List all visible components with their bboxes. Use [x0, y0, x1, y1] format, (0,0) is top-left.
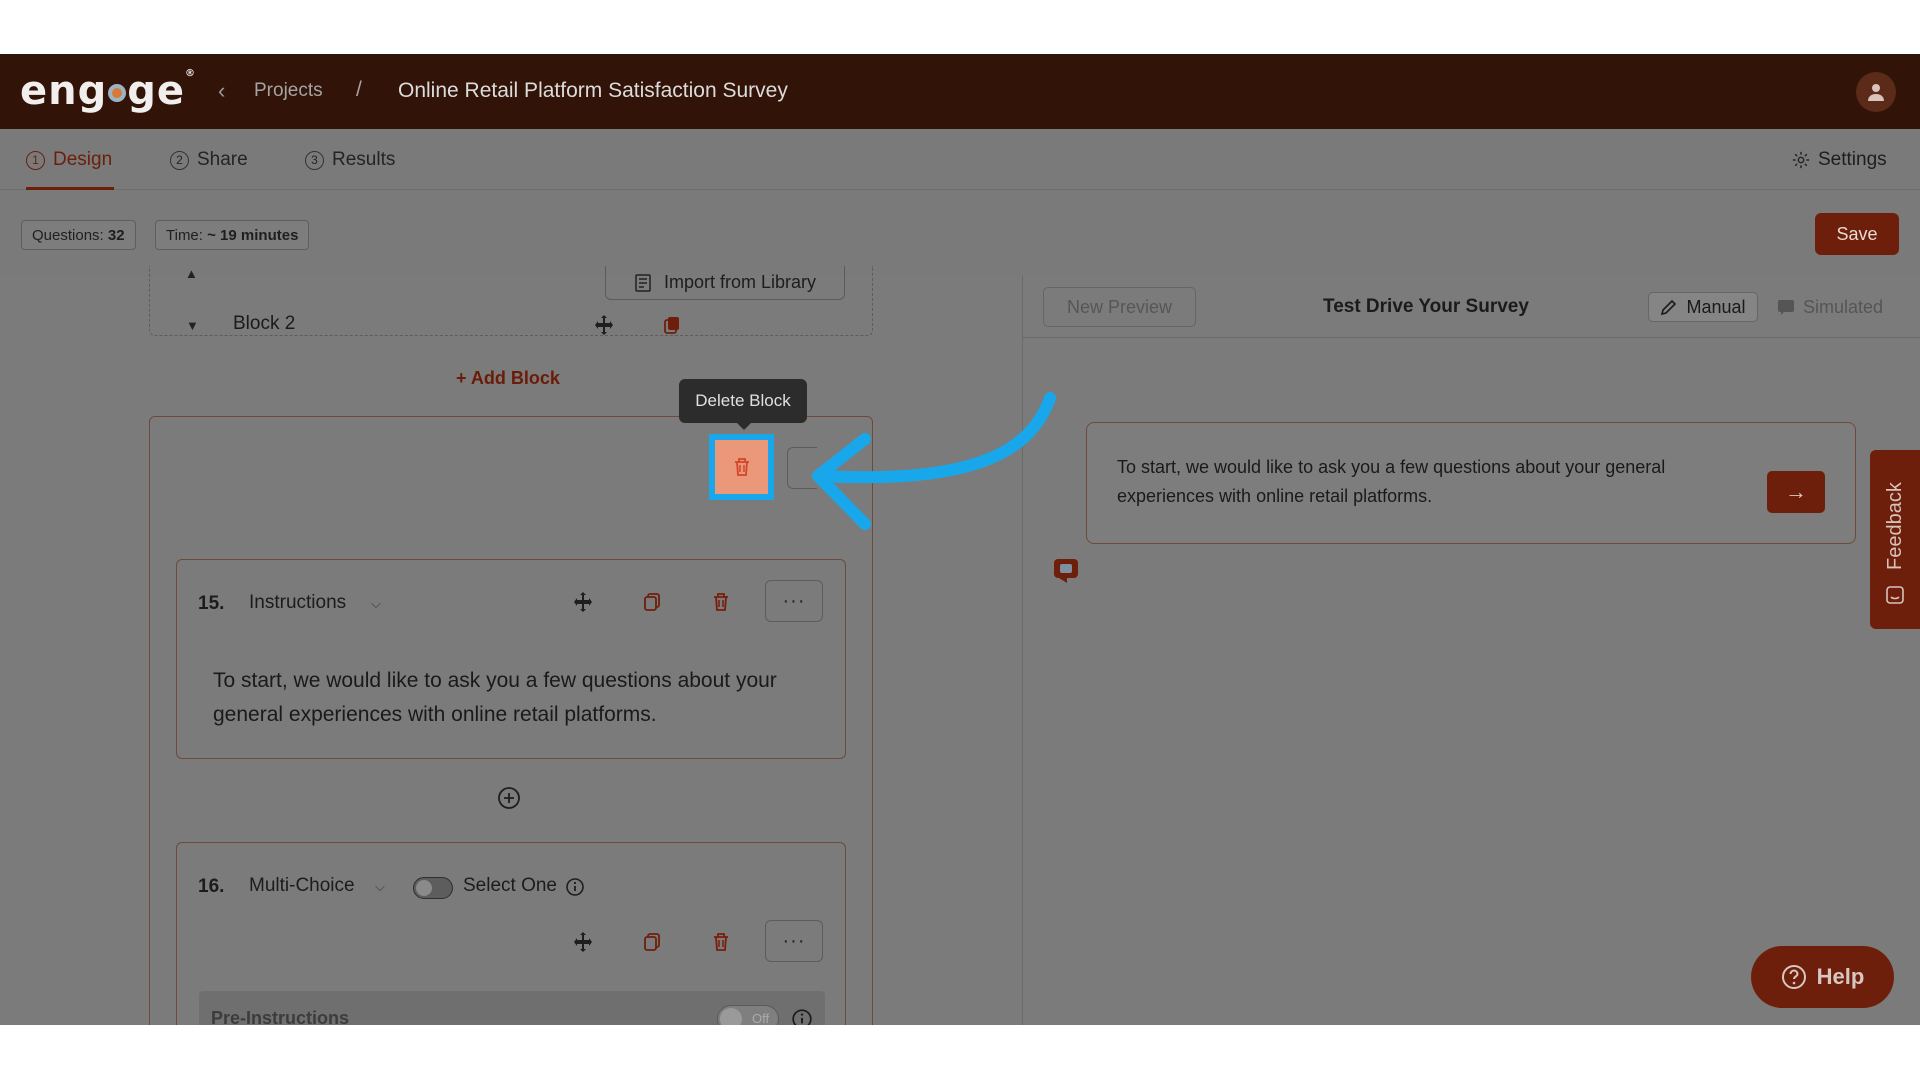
move-icon[interactable] — [570, 929, 596, 955]
stats-bar: Questions: 32 Time: ~ 19 minutes Save — [0, 190, 1920, 276]
block-title: Block 2 — [233, 313, 296, 334]
step-number: 1 — [26, 150, 45, 170]
info-icon[interactable] — [789, 1006, 815, 1025]
next-button[interactable]: → — [1767, 471, 1825, 513]
breadcrumb-projects[interactable]: Projects — [254, 80, 323, 102]
duplicate-icon[interactable] — [639, 929, 665, 955]
new-preview-button[interactable]: New Preview — [1043, 287, 1196, 327]
time-label: Time: — [166, 227, 203, 244]
delete-block-button[interactable] — [709, 434, 774, 500]
tab-label: Results — [332, 149, 396, 170]
question-card-15: 15. Instructions ⌵ ··· To start, we woul… — [176, 559, 846, 759]
question-number: 16. — [198, 876, 225, 897]
question-icon — [1781, 965, 1806, 989]
preview-message-card: To start, we would like to ask you a few… — [1086, 422, 1856, 544]
chevron-down-icon[interactable]: ⌵ — [375, 879, 385, 895]
import-label: Import from Library — [663, 272, 817, 292]
chevron-down-icon[interactable]: ▼ — [186, 318, 199, 333]
delete-block-tooltip: Delete Block — [679, 379, 807, 430]
trash-icon[interactable] — [708, 589, 734, 615]
questions-value: 32 — [107, 227, 125, 244]
tab-share[interactable]: 2 Share — [170, 149, 248, 171]
pre-instructions-toggle[interactable]: Off — [717, 1005, 779, 1025]
instructions-text[interactable]: To start, we would like to ask you a few… — [213, 664, 813, 732]
tab-label: Design — [53, 149, 113, 170]
top-bar: eng ge® ‹ Projects / Online Retail Platfo… — [0, 54, 1920, 129]
arrow-right-icon: → — [1785, 479, 1807, 504]
manual-label: Manual — [1686, 296, 1746, 317]
question-number: 15. — [198, 593, 225, 614]
annotation-arrow — [812, 392, 1056, 530]
user-icon — [1868, 84, 1884, 101]
pencil-icon — [1661, 299, 1677, 316]
tabs-bar: 1 Design 2 Share 3 Results Settings — [0, 129, 1920, 190]
question-card-16: 16. Multi-Choice ⌵ Select One ··· Pre-In… — [176, 842, 846, 1025]
chevron-left-icon[interactable]: ‹ — [218, 78, 225, 104]
select-one-label: Select One — [463, 875, 557, 896]
pre-instructions-label: Pre-Instructions — [211, 1008, 350, 1025]
tab-design[interactable]: 1 Design — [26, 149, 112, 171]
move-icon[interactable] — [570, 589, 596, 615]
breadcrumb-separator: / — [356, 78, 362, 101]
step-number: 3 — [305, 150, 324, 170]
feedback-label: Feedback — [1884, 482, 1906, 570]
simulated-mode-button[interactable]: Simulated — [1771, 292, 1901, 322]
feedback-tab[interactable]: Feedback — [1870, 450, 1920, 629]
duplicate-icon[interactable] — [639, 589, 665, 615]
preview-message-text: To start, we would like to ask you a few… — [1117, 457, 1666, 506]
gear-icon — [1792, 151, 1810, 169]
avatar[interactable] — [1856, 72, 1896, 112]
preview-panel: New Preview Test Drive Your Survey Manua… — [1023, 276, 1920, 1025]
chevron-up-icon[interactable]: ▲ — [185, 266, 198, 281]
page-title: Online Retail Platform Satisfaction Surv… — [398, 79, 788, 102]
question-type[interactable]: Multi-Choice — [249, 875, 355, 897]
help-label: Help — [1816, 964, 1865, 989]
add-block-button[interactable]: + Add Block — [456, 368, 560, 389]
more-options-button[interactable]: ··· — [765, 920, 823, 962]
manual-mode-button[interactable]: Manual — [1648, 292, 1758, 322]
time-estimate-badge: Time: ~ 19 minutes — [155, 220, 310, 250]
move-icon[interactable] — [591, 312, 617, 338]
import-from-library-button[interactable]: Import from Library — [605, 266, 845, 300]
time-value: ~ 19 minutes — [207, 227, 299, 244]
chevron-down-icon[interactable]: ⌵ — [371, 596, 381, 612]
trash-icon[interactable] — [708, 929, 734, 955]
duplicate-block-icon[interactable] — [659, 312, 685, 338]
help-button[interactable]: Help — [1751, 946, 1894, 1008]
preview-title: Test Drive Your Survey — [1323, 296, 1529, 317]
chat-icon — [1778, 300, 1794, 315]
questions-label: Questions: — [32, 227, 104, 244]
settings-label: Settings — [1818, 149, 1887, 170]
tab-results[interactable]: 3 Results — [305, 149, 395, 171]
settings-button[interactable]: Settings — [1792, 149, 1887, 171]
select-one-toggle[interactable] — [413, 877, 453, 899]
save-button[interactable]: Save — [1815, 213, 1899, 255]
library-icon — [635, 273, 651, 292]
pre-instructions-row: Pre-Instructions Off — [199, 991, 825, 1025]
engage-logo[interactable]: eng ge® — [20, 68, 196, 114]
more-options-button[interactable]: ··· — [765, 580, 823, 622]
add-question-icon[interactable] — [497, 786, 521, 810]
smiley-icon — [1886, 586, 1904, 604]
info-icon[interactable] — [562, 874, 588, 900]
questions-count-badge: Questions: 32 — [21, 220, 136, 250]
step-number: 2 — [170, 150, 189, 170]
question-type[interactable]: Instructions — [249, 592, 346, 614]
trash-icon — [734, 458, 749, 476]
simulated-label: Simulated — [1803, 296, 1884, 317]
app-frame: eng ge® ‹ Projects / Online Retail Platfo… — [0, 54, 1920, 1025]
preview-header: New Preview Test Drive Your Survey Manua… — [1023, 276, 1920, 338]
tab-label: Share — [197, 149, 248, 170]
